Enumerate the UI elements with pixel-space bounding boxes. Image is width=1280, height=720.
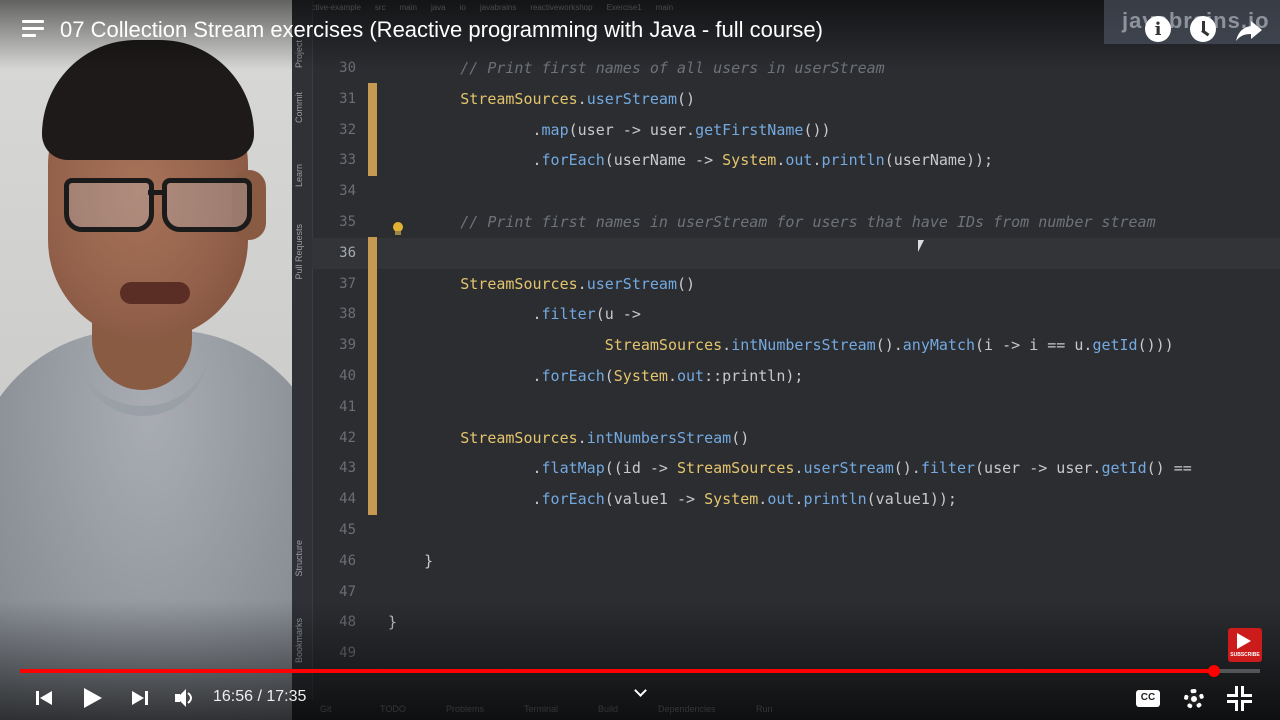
code-line[interactable]: StreamSources.intNumbersStream().anyMatc… <box>388 336 1174 354</box>
info-icon[interactable]: i <box>1145 16 1173 44</box>
progress-bar[interactable] <box>20 665 1260 677</box>
line-number: 32 <box>339 121 356 138</box>
code-line[interactable]: // Print first names in userStream for u… <box>388 213 1155 231</box>
glasses-lens-left <box>64 178 154 232</box>
scrubber-handle[interactable] <box>1208 665 1221 677</box>
line-number: 42 <box>339 429 356 446</box>
code-line[interactable]: .flatMap((id -> StreamSources.userStream… <box>388 459 1191 477</box>
clock-icon[interactable] <box>1190 16 1218 44</box>
play-icon[interactable] <box>80 684 108 712</box>
code-line[interactable]: .forEach(value1 -> System.out.println(va… <box>388 490 956 508</box>
tool-window-pull-requests[interactable]: Pull Requests <box>294 224 304 280</box>
gear-icon[interactable] <box>1180 684 1208 712</box>
line-number: 46 <box>339 552 356 569</box>
code-line[interactable]: StreamSources.userStream() <box>388 275 695 293</box>
exit-fullscreen-icon[interactable] <box>1225 684 1253 712</box>
glasses-lens-right <box>162 178 252 232</box>
current-line-highlight <box>312 238 1280 269</box>
tool-window-learn[interactable]: Learn <box>294 164 304 187</box>
line-number: 44 <box>339 491 356 508</box>
tool-window-commit[interactable]: Commit <box>294 92 304 123</box>
code-line[interactable]: .forEach(System.out::println); <box>388 367 803 385</box>
prev-icon[interactable] <box>34 684 62 712</box>
cc-icon[interactable]: CC <box>1134 684 1162 712</box>
line-number: 31 <box>339 90 356 107</box>
volume-icon[interactable] <box>172 684 200 712</box>
line-number: 47 <box>339 583 356 600</box>
line-number: 39 <box>339 337 356 354</box>
video-title[interactable]: 07 Collection Stream exercises (Reactive… <box>60 17 823 43</box>
code-line[interactable]: .filter(u -> <box>388 305 640 323</box>
menu-icon[interactable] <box>22 20 44 40</box>
time-display: 16:56 / 17:35 <box>213 688 307 705</box>
line-number: 41 <box>339 398 356 415</box>
line-number: 35 <box>339 214 356 230</box>
change-marker <box>368 83 377 176</box>
mouse-cursor-icon <box>918 240 924 252</box>
line-number: 38 <box>339 306 356 323</box>
chevron-down-icon[interactable] <box>634 686 646 698</box>
line-number: 45 <box>339 522 356 538</box>
next-icon[interactable] <box>128 684 156 712</box>
change-marker <box>368 237 377 515</box>
subscribe-button[interactable]: SUBSCRIBE <box>1228 628 1262 662</box>
video-player[interactable]: reactive-examplesrcmainjavaiojavabrainsr… <box>0 0 1280 720</box>
share-icon[interactable] <box>1235 16 1263 44</box>
progress-played <box>20 669 1215 673</box>
code-line[interactable]: StreamSources.intNumbersStream() <box>388 429 749 447</box>
code-line[interactable]: .map(user -> user.getFirstName()) <box>388 121 830 139</box>
line-number: 33 <box>339 152 356 169</box>
presenter-glasses <box>58 178 252 232</box>
code-line[interactable]: .forEach(userName -> System.out.println(… <box>388 151 993 169</box>
code-line[interactable]: StreamSources.userStream() <box>388 90 695 108</box>
presenter-mouth <box>120 282 190 304</box>
line-number: 43 <box>339 460 356 477</box>
subscribe-label: SUBSCRIBE <box>1230 652 1260 658</box>
line-number: 40 <box>339 368 356 384</box>
line-number: 34 <box>339 183 356 200</box>
line-number: 37 <box>339 275 356 292</box>
line-number: 36 <box>339 244 356 261</box>
code-line[interactable]: } <box>388 552 433 570</box>
tool-window-structure[interactable]: Structure <box>294 540 304 577</box>
